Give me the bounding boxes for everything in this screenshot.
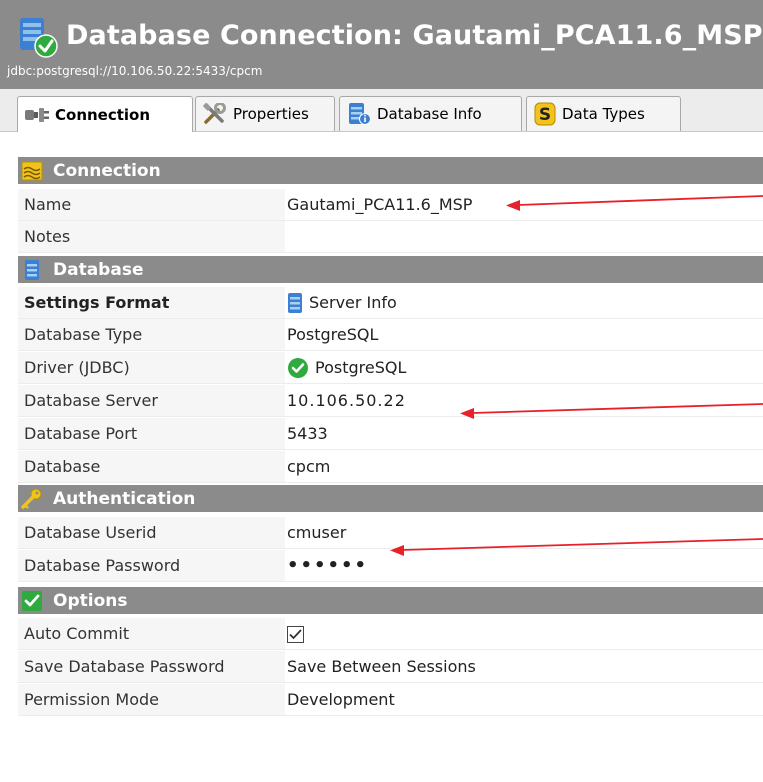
tab-properties-label: Properties [233, 105, 309, 123]
field-row-auto-commit: Auto Commit [18, 618, 763, 650]
field-row-database-port: Database Port 5433 [18, 418, 763, 450]
dollar-icon: S [534, 102, 556, 126]
tab-data-types[interactable]: S Data Types [526, 96, 681, 131]
tab-data-types-label: Data Types [562, 105, 645, 123]
connection-title: Database Connection: Gautami_PCA11.6_MSP [66, 20, 763, 51]
section-connection-title: Connection [53, 160, 161, 181]
section-options: Options [18, 587, 763, 614]
auto-commit-checkbox[interactable] [287, 625, 304, 643]
svg-text:S: S [539, 105, 551, 125]
database-value[interactable]: cpcm [287, 451, 330, 483]
field-row-save-password: Save Database Password Save Between Sess… [18, 651, 763, 683]
connection-url: jdbc:postgresql://10.106.50.22:5433/cpcm [7, 64, 263, 78]
userid-value[interactable]: cmuser [287, 517, 346, 549]
check-icon [21, 590, 43, 612]
driver-text: PostgreSQL [315, 358, 407, 377]
database-check-icon [20, 18, 58, 58]
database-server-label: Database Server [24, 391, 158, 410]
database-type-label: Database Type [24, 325, 143, 344]
settings-format-label: Settings Format [24, 293, 170, 312]
green-check-icon [288, 358, 308, 378]
section-connection: Connection [18, 157, 763, 184]
field-row-permission-mode: Permission Mode Development [18, 684, 763, 716]
field-row-name: Name Gautami_PCA11.6_MSP [18, 189, 763, 221]
driver-label: Driver (JDBC) [24, 358, 130, 377]
field-row-notes: Notes [18, 221, 763, 253]
connection-icon [21, 160, 43, 182]
field-row-database-server: Database Server 10.106.50.22 [18, 385, 763, 417]
permission-mode-value[interactable]: Development [287, 684, 395, 716]
connection-panel: Connection Name Gautami_PCA11.6_MSP Note… [0, 132, 763, 782]
settings-format-text: Server Info [309, 293, 397, 312]
tab-bar: Connection Properties Database Info S Da… [0, 89, 763, 132]
name-label: Name [24, 195, 72, 214]
notes-label: Notes [24, 227, 71, 246]
tab-database-info[interactable]: Database Info [339, 96, 522, 131]
database-port-value[interactable]: 5433 [287, 418, 328, 450]
driver-value[interactable]: PostgreSQL [287, 352, 406, 384]
database-icon [21, 259, 43, 281]
checkmark-icon [289, 628, 302, 639]
tab-connection[interactable]: Connection [17, 96, 193, 132]
window-header: Database Connection: Gautami_PCA11.6_MSP… [0, 0, 763, 89]
field-row-driver: Driver (JDBC) PostgreSQL [18, 352, 763, 384]
save-password-label: Save Database Password [24, 657, 225, 676]
auto-commit-label: Auto Commit [24, 624, 130, 643]
field-row-settings-format: Settings Format Server Info [18, 287, 763, 319]
section-authentication: Authentication [18, 485, 763, 512]
userid-label: Database Userid [24, 523, 157, 542]
save-password-value[interactable]: Save Between Sessions [287, 651, 476, 683]
field-row-userid: Database Userid cmuser [18, 517, 763, 549]
tab-connection-label: Connection [55, 105, 151, 124]
database-label: Database [24, 457, 101, 476]
section-options-title: Options [53, 590, 128, 611]
database-type-value[interactable]: PostgreSQL [287, 319, 378, 351]
field-row-database: Database cpcm [18, 451, 763, 483]
database-port-label: Database Port [24, 424, 138, 443]
password-value[interactable]: •••••• [287, 550, 368, 582]
section-database-title: Database [53, 259, 144, 280]
database-server-value[interactable]: 10.106.50.22 [287, 385, 406, 417]
field-row-password: Database Password •••••• [18, 550, 763, 582]
section-authentication-title: Authentication [53, 488, 196, 509]
tab-database-info-label: Database Info [377, 105, 482, 123]
name-value[interactable]: Gautami_PCA11.6_MSP [287, 189, 472, 221]
key-icon [21, 488, 43, 510]
auto-commit-value [287, 618, 304, 650]
server-info-icon [288, 293, 302, 313]
password-label: Database Password [24, 556, 181, 575]
settings-format-value[interactable]: Server Info [287, 287, 397, 319]
field-row-database-type: Database Type PostgreSQL [18, 319, 763, 351]
database-icon [349, 103, 371, 125]
plug-icon [25, 107, 49, 122]
section-database: Database [18, 256, 763, 283]
tab-properties[interactable]: Properties [195, 96, 335, 131]
permission-mode-label: Permission Mode [24, 690, 159, 709]
tools-icon [203, 103, 226, 124]
